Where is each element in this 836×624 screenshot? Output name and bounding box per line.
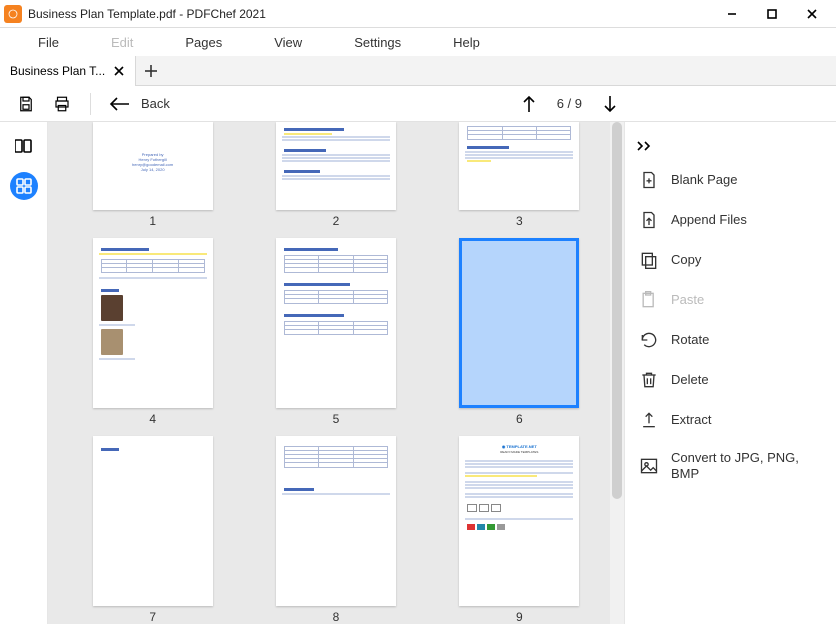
convert-label: Convert to JPG, PNG, BMP (671, 450, 822, 483)
maximize-button[interactable] (752, 0, 792, 28)
app-icon (4, 5, 22, 23)
next-page-button[interactable] (598, 92, 622, 116)
thumbnails-button[interactable] (10, 172, 38, 200)
paste-icon (639, 290, 659, 310)
menu-settings[interactable]: Settings (336, 35, 419, 50)
thumbnail-grid: Prepared byHenry Fothergillhenry@goodema… (48, 122, 624, 624)
page-thumbnail[interactable] (276, 238, 396, 408)
rotate-icon (639, 330, 659, 350)
page-thumbnail[interactable] (276, 122, 396, 210)
page-thumbnail[interactable] (276, 436, 396, 606)
print-button[interactable] (50, 92, 74, 116)
titlebar: Business Plan Template.pdf - PDFChef 202… (0, 0, 836, 28)
page-counter: 6 / 9 (557, 96, 582, 111)
blank-page-button[interactable]: Blank Page (631, 160, 830, 200)
copy-label: Copy (671, 252, 701, 268)
thumbnail-number: 4 (149, 412, 156, 426)
menu-view[interactable]: View (256, 35, 320, 50)
image-icon (639, 456, 659, 476)
thumbnail-number: 5 (333, 412, 340, 426)
thumbnail-number: 6 (516, 412, 523, 426)
thumbnail-number: 7 (149, 610, 156, 624)
page-thumbnail[interactable] (93, 436, 213, 606)
page-thumbnail[interactable]: Prepared byHenry Fothergillhenry@goodema… (93, 122, 213, 210)
append-files-button[interactable]: Append Files (631, 200, 830, 240)
thumbnail-number: 2 (333, 214, 340, 228)
new-tab-button[interactable] (136, 56, 166, 86)
scrollbar-handle[interactable] (612, 122, 622, 499)
thumbnail-cell: 6 (459, 238, 579, 426)
thumbnail-area: Prepared byHenry Fothergillhenry@goodema… (48, 122, 624, 624)
close-button[interactable] (792, 0, 832, 28)
thumbnail-cell: Prepared byHenry Fothergillhenry@goodema… (93, 122, 213, 228)
extract-icon (639, 410, 659, 430)
extract-button[interactable]: Extract (631, 400, 830, 440)
menu-file[interactable]: File (20, 35, 77, 50)
scrollbar[interactable] (610, 122, 624, 624)
thumbnail-cell: 2 (276, 122, 396, 228)
thumbnail-number: 8 (333, 610, 340, 624)
page-nav: 6 / 9 (517, 92, 622, 116)
back-button[interactable]: Back (107, 96, 170, 112)
append-files-icon (639, 210, 659, 230)
copy-button[interactable]: Copy (631, 240, 830, 280)
window-title: Business Plan Template.pdf - PDFChef 202… (28, 7, 712, 21)
thumbnail-cell: 3 (459, 122, 579, 228)
thumbnail-number: 9 (516, 610, 523, 624)
trash-icon (639, 370, 659, 390)
page-thumbnail[interactable] (93, 238, 213, 408)
delete-button[interactable]: Delete (631, 360, 830, 400)
page-thumbnail[interactable] (459, 122, 579, 210)
tabbar: Business Plan T... (0, 56, 836, 86)
blank-page-icon (639, 170, 659, 190)
window-controls (712, 0, 832, 28)
save-button[interactable] (14, 92, 38, 116)
thumbnail-cell: 8 (276, 436, 396, 624)
append-files-label: Append Files (671, 212, 747, 228)
document-tab[interactable]: Business Plan T... (0, 56, 136, 86)
right-panel: Blank Page Append Files Copy Paste Rotat… (624, 122, 836, 624)
paste-button: Paste (631, 280, 830, 320)
workspace: Prepared byHenry Fothergillhenry@goodema… (0, 122, 836, 624)
convert-button[interactable]: Convert to JPG, PNG, BMP (631, 440, 830, 493)
panels-toggle-button[interactable] (10, 132, 38, 160)
collapse-panel-button[interactable] (631, 132, 659, 160)
minimize-button[interactable] (712, 0, 752, 28)
menu-help[interactable]: Help (435, 35, 498, 50)
rotate-button[interactable]: Rotate (631, 320, 830, 360)
thumbnail-cell: 5 (276, 238, 396, 426)
thumbnail-cell: 7 (93, 436, 213, 624)
delete-label: Delete (671, 372, 709, 388)
menubar: File Edit Pages View Settings Help (0, 28, 836, 56)
document-tab-label: Business Plan T... (10, 64, 105, 78)
arrow-left-icon (107, 96, 131, 112)
left-sidebar (0, 122, 48, 624)
prev-page-button[interactable] (517, 92, 541, 116)
close-tab-icon[interactable] (111, 63, 127, 79)
paste-label: Paste (671, 292, 704, 308)
menu-pages[interactable]: Pages (167, 35, 240, 50)
toolbar-separator (90, 93, 91, 115)
rotate-label: Rotate (671, 332, 709, 348)
back-label: Back (141, 96, 170, 111)
thumbnail-number: 3 (516, 214, 523, 228)
thumbnail-cell: ◉ TEMPLATE.NET READY-MADE TEMPLATES 9 (459, 436, 579, 624)
thumbnail-number: 1 (149, 214, 156, 228)
copy-icon (639, 250, 659, 270)
page-thumbnail[interactable]: ◉ TEMPLATE.NET READY-MADE TEMPLATES (459, 436, 579, 606)
extract-label: Extract (671, 412, 711, 428)
toolbar: Back 6 / 9 (0, 86, 836, 122)
blank-page-label: Blank Page (671, 172, 738, 188)
thumbnail-cell: 4 (93, 238, 213, 426)
menu-edit[interactable]: Edit (93, 35, 151, 50)
page-thumbnail-selected[interactable] (459, 238, 579, 408)
